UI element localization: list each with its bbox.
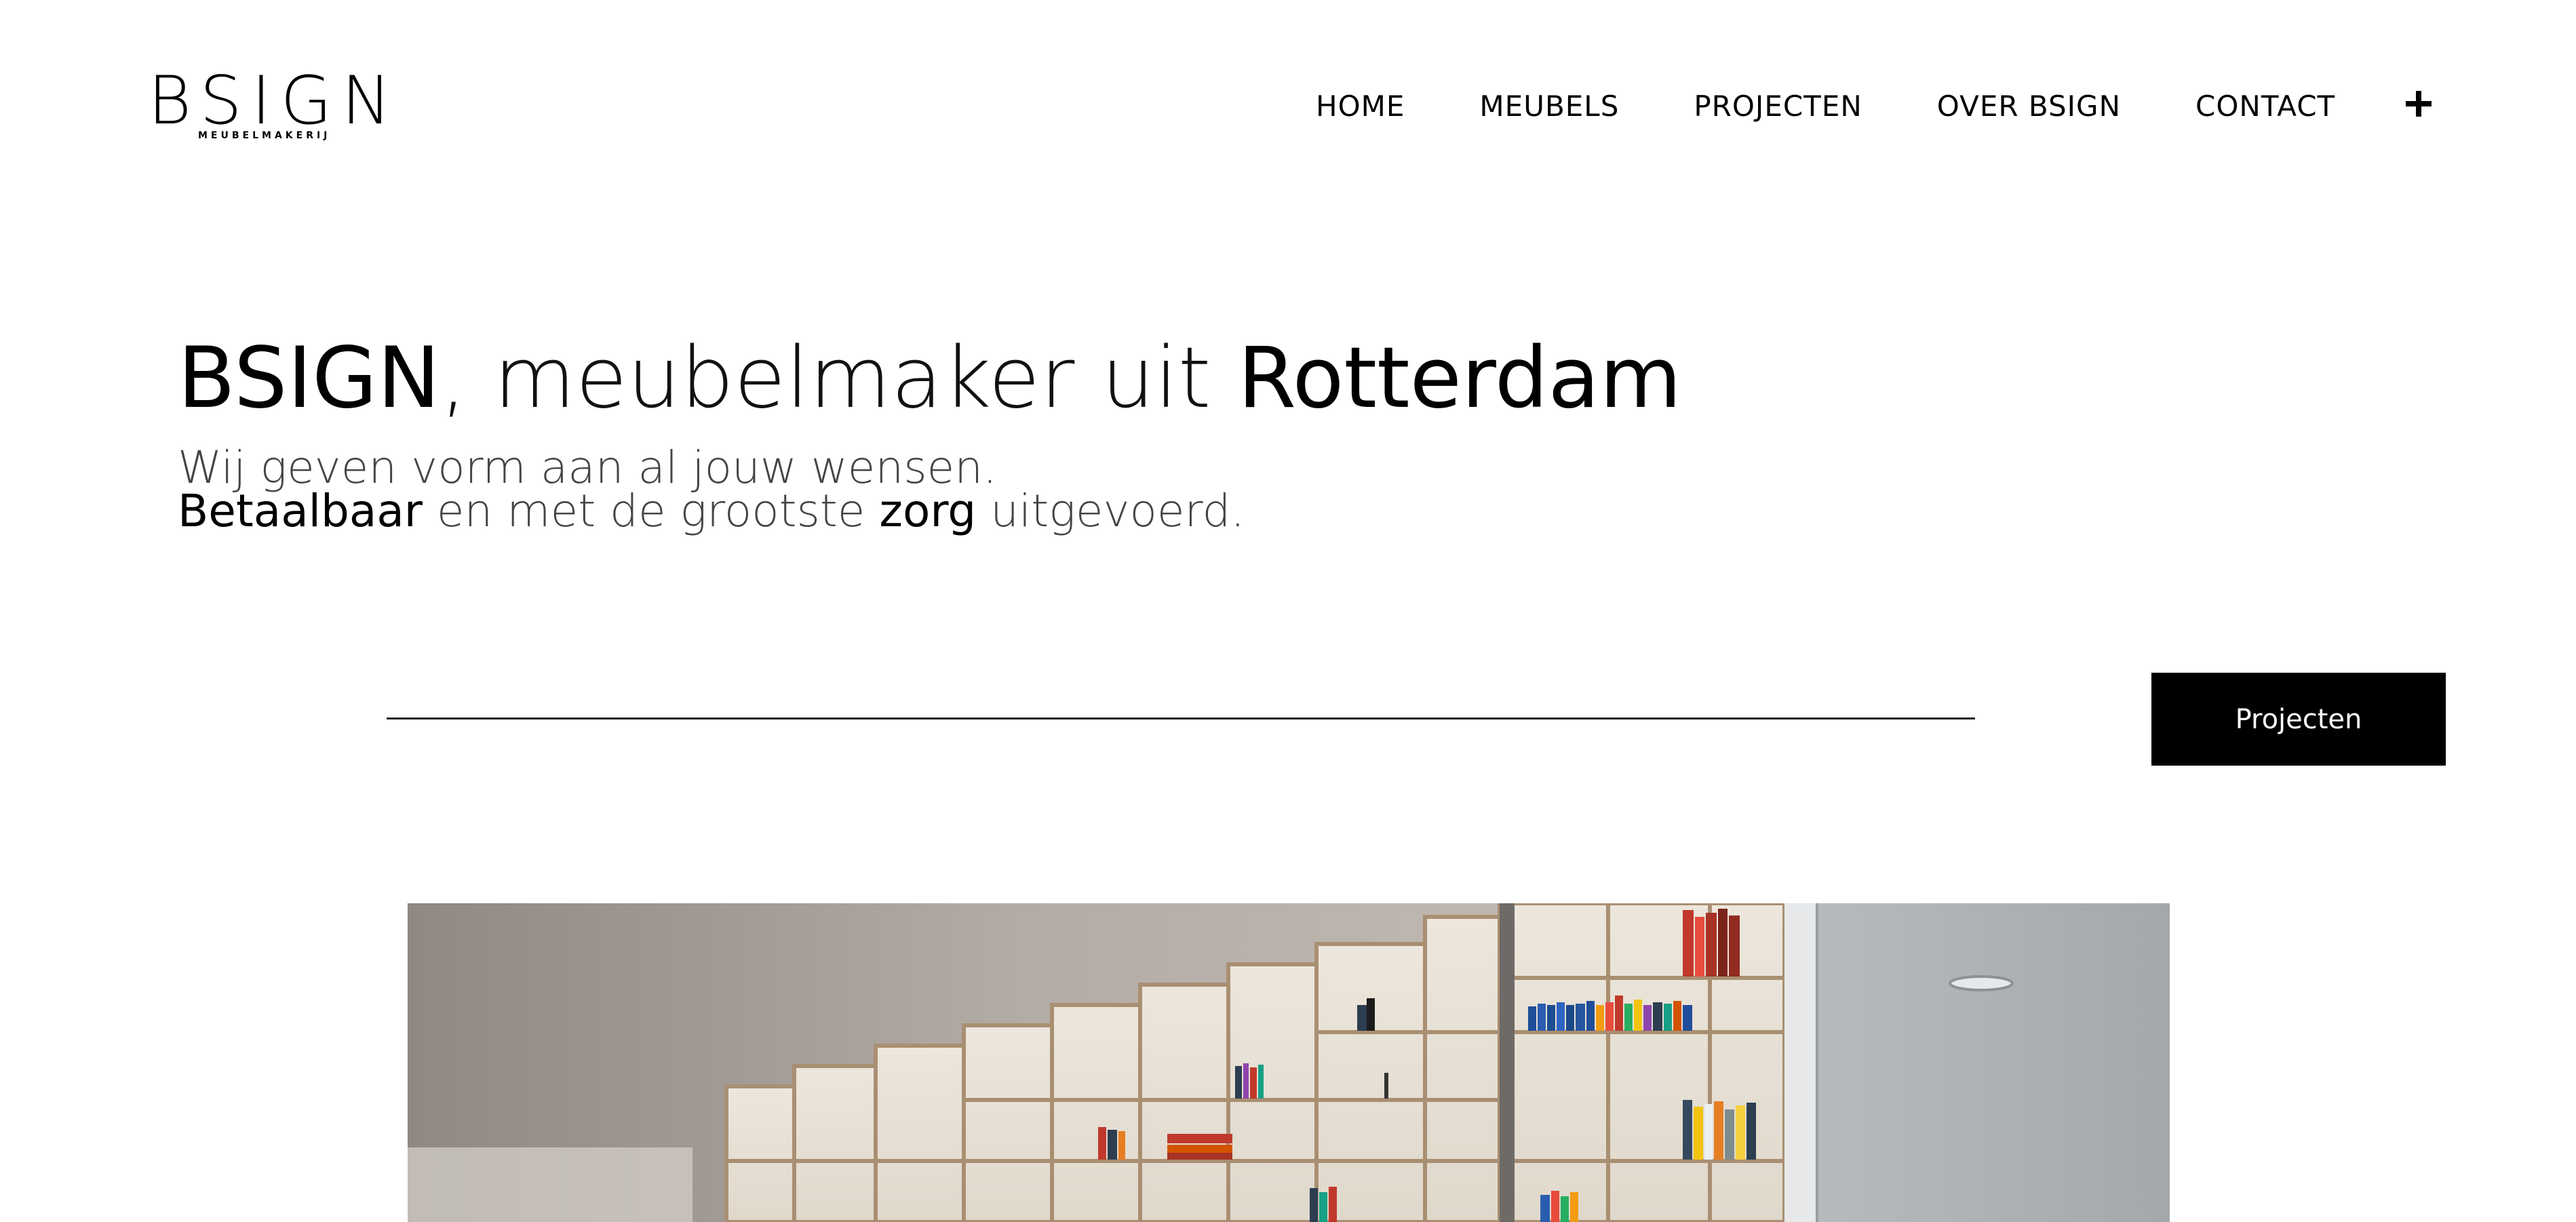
title-brand: BSIGN [178, 330, 441, 427]
main-nav: HOME MEUBELS PROJECTEN OVER BSIGN CONTAC… [1316, 87, 2410, 125]
nav-item-contact[interactable]: CONTACT [2196, 90, 2335, 123]
title-middle: meubelmaker uit [467, 330, 1238, 427]
title-city: Rotterdam [1237, 330, 1682, 427]
plus-icon[interactable] [2406, 91, 2432, 117]
hero-image [408, 903, 2170, 1222]
logo-tagline: MEUBELMAKERIJ [198, 130, 331, 141]
logo-wordmark: BSIGN [148, 62, 401, 140]
projecten-button[interactable]: Projecten [2151, 673, 2446, 766]
page-title: BSIGN, meubelmaker uit Rotterdam [178, 331, 1681, 426]
title-comma: , [440, 330, 467, 427]
nav-item-home[interactable]: HOME [1316, 90, 1405, 123]
divider-line [387, 717, 1975, 720]
page: BSIGN MEUBELMAKERIJ HOME MEUBELS PROJECT… [0, 0, 2576, 1222]
subtitle-middle: en met de grootste [422, 485, 880, 537]
logo[interactable]: BSIGN MEUBELMAKERIJ [148, 68, 391, 142]
subtitle-betaalbaar: Betaalbaar [178, 485, 423, 537]
nav-item-meubels[interactable]: MEUBELS [1479, 90, 1619, 123]
subtitle-end: uitgevoerd. [976, 485, 1245, 537]
bookshelf-photo [408, 903, 2170, 1222]
nav-item-projecten[interactable]: PROJECTEN [1694, 90, 1862, 123]
subtitle-zorg: zorg [879, 485, 977, 537]
nav-item-over-bsign[interactable]: OVER BSIGN [1937, 90, 2121, 123]
hero-subtitle: Wij geven vorm aan al jouw wensen. Betaal… [178, 446, 1245, 534]
